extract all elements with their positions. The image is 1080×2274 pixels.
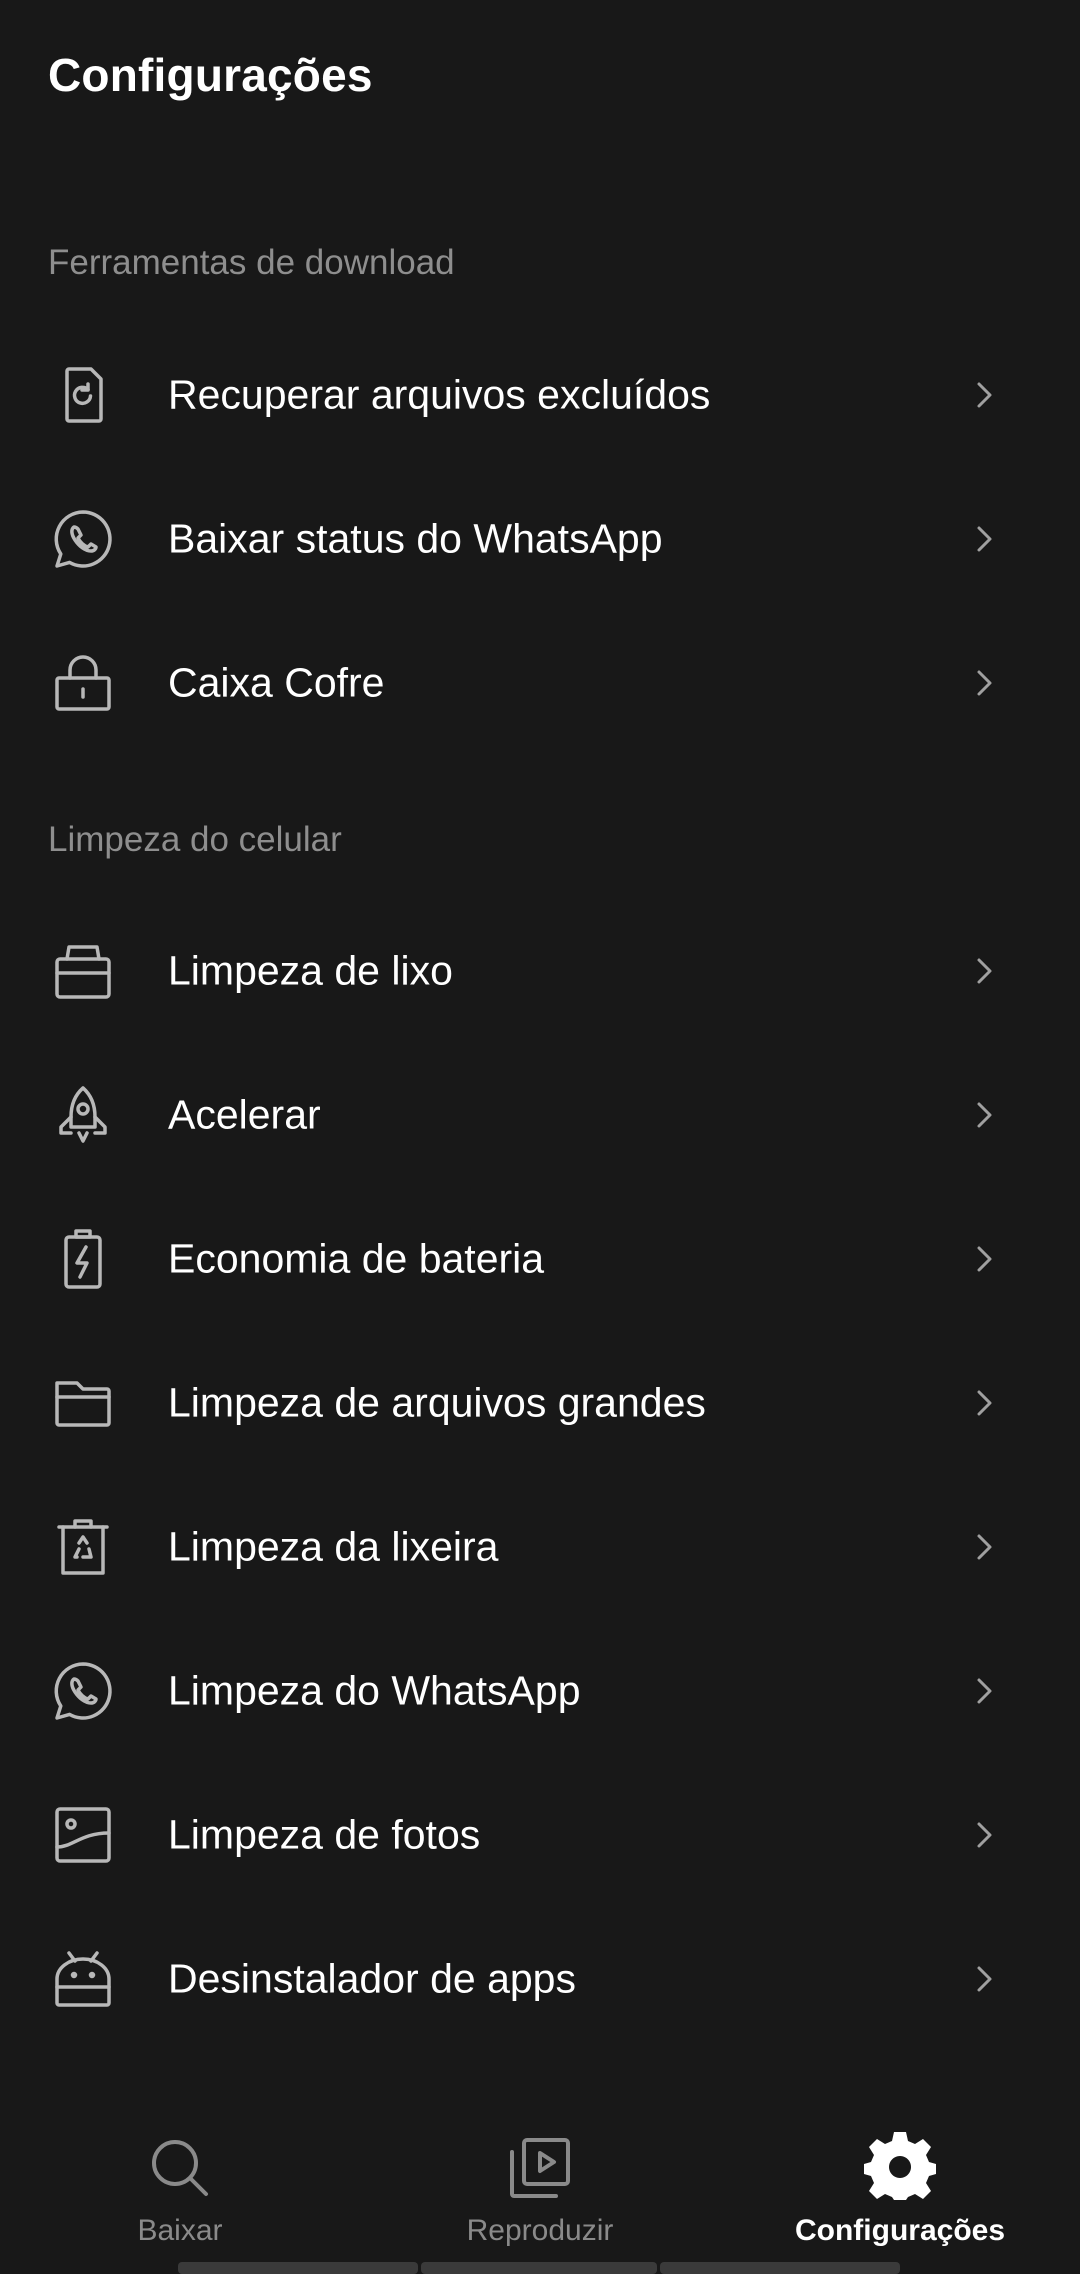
tab-label: Configurações <box>794 2214 1006 2247</box>
chevron-right-icon <box>966 521 1002 557</box>
folder-icon <box>51 1371 115 1435</box>
tab-configuracoes[interactable]: Configurações <box>750 2110 1050 2260</box>
menu-item-vault[interactable]: Caixa Cofre <box>0 618 1080 748</box>
chevron-right-icon <box>966 1529 1002 1565</box>
chevron-right-icon <box>966 377 1002 413</box>
android-icon <box>51 1947 115 2011</box>
menu-item-label: Limpeza da lixeira <box>168 1523 499 1570</box>
whatsapp-icon <box>51 1659 115 1723</box>
tab-label: Baixar <box>137 2214 223 2247</box>
menu-item-battery-saver[interactable]: Economia de bateria <box>0 1194 1080 1324</box>
menu-item-recycle-bin[interactable]: Limpeza da lixeira <box>0 1482 1080 1612</box>
junk-bin-icon <box>51 939 115 1003</box>
play-library-icon <box>504 2132 576 2204</box>
menu-item-app-uninstaller[interactable]: Desinstalador de apps <box>0 1914 1080 2044</box>
chevron-right-icon <box>966 665 1002 701</box>
chevron-right-icon <box>966 1385 1002 1421</box>
chevron-right-icon <box>966 1817 1002 1853</box>
recycle-bin-icon <box>51 1515 115 1579</box>
menu-item-label: Limpeza de fotos <box>168 1811 481 1858</box>
bottom-navigation: Baixar Reproduzir Configurações <box>0 2110 1080 2274</box>
whatsapp-icon <box>51 507 115 571</box>
tab-reproduzir[interactable]: Reproduzir <box>390 2110 690 2260</box>
tab-label: Reproduzir <box>466 2214 614 2247</box>
menu-item-whatsapp-cleaning[interactable]: Limpeza do WhatsApp <box>0 1626 1080 1756</box>
section-label-phone-cleaning: Limpeza do celular <box>48 820 342 859</box>
menu-item-whatsapp-status[interactable]: Baixar status do WhatsApp <box>0 474 1080 604</box>
tab-baixar[interactable]: Baixar <box>30 2110 330 2260</box>
menu-item-label: Limpeza de lixo <box>168 947 453 994</box>
chevron-right-icon <box>966 1673 1002 1709</box>
menu-item-label: Recuperar arquivos excluídos <box>168 371 711 418</box>
menu-item-photo-cleaning[interactable]: Limpeza de fotos <box>0 1770 1080 1900</box>
menu-item-label: Acelerar <box>168 1091 321 1138</box>
battery-charge-icon <box>51 1227 115 1291</box>
chevron-right-icon <box>966 1961 1002 1997</box>
menu-item-large-files[interactable]: Limpeza de arquivos grandes <box>0 1338 1080 1468</box>
system-nav-bar-segment <box>660 2262 900 2274</box>
menu-item-label: Desinstalador de apps <box>168 1955 576 2002</box>
rocket-icon <box>51 1083 115 1147</box>
system-nav-bar-segment <box>421 2262 657 2274</box>
photo-icon <box>51 1803 115 1867</box>
menu-item-label: Caixa Cofre <box>168 659 385 706</box>
lock-icon <box>51 651 115 715</box>
section-label-download-tools: Ferramentas de download <box>48 243 455 282</box>
menu-item-label: Baixar status do WhatsApp <box>168 515 663 562</box>
menu-item-junk-cleaning[interactable]: Limpeza de lixo <box>0 906 1080 1036</box>
page-title: Configurações <box>48 49 373 101</box>
menu-item-recover-files[interactable]: Recuperar arquivos excluídos <box>0 330 1080 460</box>
system-nav-bar-segment <box>178 2262 418 2274</box>
file-restore-icon <box>51 363 115 427</box>
chevron-right-icon <box>966 1097 1002 1133</box>
gear-icon <box>864 2132 936 2204</box>
search-icon <box>144 2132 216 2204</box>
menu-item-label: Economia de bateria <box>168 1235 545 1282</box>
menu-item-label: Limpeza do WhatsApp <box>168 1667 581 1714</box>
chevron-right-icon <box>966 953 1002 989</box>
chevron-right-icon <box>966 1241 1002 1277</box>
menu-item-label: Limpeza de arquivos grandes <box>168 1379 706 1426</box>
menu-item-speed-up[interactable]: Acelerar <box>0 1050 1080 1180</box>
